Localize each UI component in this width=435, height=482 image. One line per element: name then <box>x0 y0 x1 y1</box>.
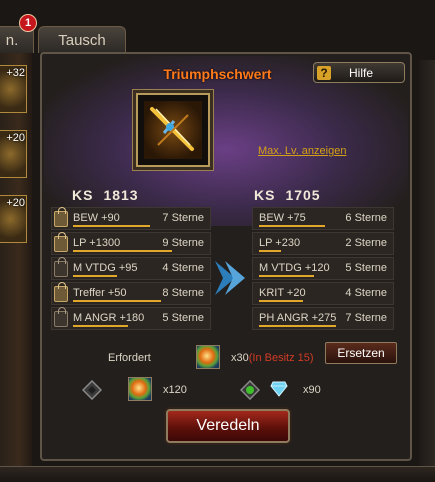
star-bar <box>73 325 128 327</box>
stat-name: M VTDG +95 <box>73 262 138 274</box>
star-bar <box>73 300 161 302</box>
result-stat-row: BEW +75 6 Sterne <box>252 207 394 230</box>
stat-name: LP +230 <box>259 237 301 249</box>
lock-icon[interactable] <box>54 207 68 227</box>
refine-button[interactable]: Veredeln <box>166 409 290 443</box>
star-bar <box>259 325 336 327</box>
star-bar <box>259 275 314 277</box>
stat-stars: 2 Sterne <box>345 237 387 249</box>
green-gem-socket-icon[interactable] <box>240 380 260 400</box>
bottom-frame <box>0 466 435 482</box>
help-button[interactable]: ? Hilfe <box>313 62 405 83</box>
current-stat-row: BEW +90 7 Sterne <box>51 207 211 230</box>
required-amount: x30 <box>231 352 249 364</box>
required-label: Erfordert <box>108 352 151 364</box>
star-bar <box>73 250 172 252</box>
empty-socket-icon[interactable] <box>82 380 102 400</box>
stat-stars: 5 Sterne <box>345 262 387 274</box>
stat-stars: 7 Sterne <box>345 312 387 324</box>
star-bar <box>259 250 281 252</box>
current-stat-row: LP +1300 9 Sterne <box>51 232 211 255</box>
stat-name: KRIT +20 <box>259 287 306 299</box>
stat-stars: 4 Sterne <box>345 287 387 299</box>
stat-name: M ANGR +180 <box>73 312 145 324</box>
stat-name: BEW +90 <box>73 212 120 224</box>
side-item-level: +20 <box>6 197 25 209</box>
lock-icon[interactable] <box>54 232 68 252</box>
diamond-cost: x90 <box>303 384 321 396</box>
stat-name: Treffer +50 <box>73 287 127 299</box>
stat-name: M VTDG +120 <box>259 262 330 274</box>
refine-orb-icon <box>128 377 152 401</box>
required-count: x30(In Besitz 15) <box>231 352 314 364</box>
item-slot[interactable] <box>136 93 210 167</box>
stat-stars: 4 Sterne <box>162 262 204 274</box>
lock-icon[interactable] <box>54 307 68 327</box>
tab-partial-label: n. <box>5 31 19 49</box>
star-bar <box>73 275 117 277</box>
help-label: Hilfe <box>349 65 374 80</box>
lock-icon[interactable] <box>54 257 68 277</box>
current-ks-value: 1813 <box>103 187 139 203</box>
current-ks-label: KS <box>72 187 94 203</box>
replace-button[interactable]: Ersetzen <box>325 342 397 364</box>
owned-amount: (In Besitz 15) <box>248 352 314 364</box>
tab-tausch[interactable]: Tausch <box>38 26 126 53</box>
current-stats-list: BEW +90 7 Sterne LP +1300 9 Sterne M VTD… <box>51 207 211 332</box>
star-bar <box>259 300 303 302</box>
stat-name: LP +1300 <box>73 237 121 249</box>
current-stat-row: M VTDG +95 4 Sterne <box>51 257 211 280</box>
stat-stars: 5 Sterne <box>162 312 204 324</box>
lock-icon[interactable] <box>54 282 68 302</box>
item-image <box>144 101 202 159</box>
result-ks-label: KS <box>254 187 276 203</box>
stat-stars: 7 Sterne <box>162 212 204 224</box>
sword-icon <box>150 107 194 151</box>
side-item-slot-2[interactable]: +20 <box>0 130 27 178</box>
stat-name: PH ANGR +275 <box>259 312 337 324</box>
side-item-slot-3[interactable]: +20 <box>0 195 27 243</box>
result-stat-row: KRIT +20 4 Sterne <box>252 282 394 305</box>
result-ks-value: 1705 <box>285 187 321 203</box>
current-stat-row: Treffer +50 8 Sterne <box>51 282 211 305</box>
star-bar <box>259 225 325 227</box>
diamond-icon <box>270 381 288 397</box>
current-stat-row: M ANGR +180 5 Sterne <box>51 307 211 330</box>
result-stats-list: BEW +75 6 Sterne LP +230 2 Sterne M VTDG… <box>252 207 394 332</box>
result-stat-row: LP +230 2 Sterne <box>252 232 394 255</box>
stat-stars: 8 Sterne <box>162 287 204 299</box>
max-level-link[interactable]: Max. Lv. anzeigen <box>258 145 346 157</box>
result-ks: KS 1705 <box>254 187 321 203</box>
side-item-level: +20 <box>6 132 25 144</box>
arrow-right-icon <box>215 261 245 295</box>
star-bar <box>73 225 150 227</box>
orb-cost: x120 <box>163 384 187 396</box>
result-stat-row: PH ANGR +275 7 Sterne <box>252 307 394 330</box>
tab-tausch-label: Tausch <box>58 31 106 49</box>
notification-badge: 1 <box>19 14 37 32</box>
current-ks: KS 1813 <box>72 187 139 203</box>
stat-name: BEW +75 <box>259 212 306 224</box>
background-right-edge <box>419 60 435 481</box>
result-stat-row: M VTDG +120 5 Sterne <box>252 257 394 280</box>
refine-orb-icon[interactable] <box>196 345 220 369</box>
stat-stars: 6 Sterne <box>345 212 387 224</box>
stat-stars: 9 Sterne <box>162 237 204 249</box>
question-icon: ? <box>317 65 331 80</box>
